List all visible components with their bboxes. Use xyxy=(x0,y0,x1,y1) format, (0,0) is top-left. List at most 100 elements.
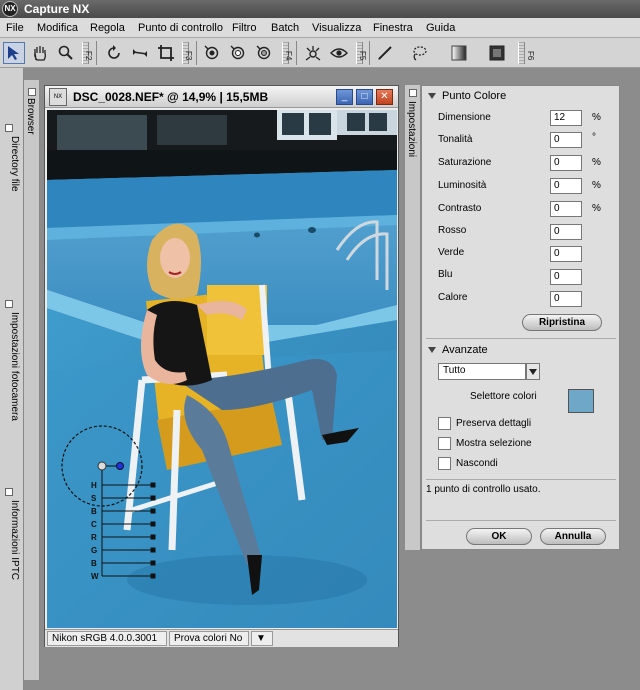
cp-slider-s-label: S xyxy=(91,494,97,503)
cp-slider-c-label: C xyxy=(91,520,97,529)
cp-slider-r-label: R xyxy=(91,533,97,542)
toolbar-fkey-f5: F5 xyxy=(358,51,367,61)
settings-panel: Punto Colore Dimensione 12 % Tonalità 0 … xyxy=(421,85,620,550)
collapse-triangle-icon xyxy=(428,347,436,354)
toolbar-fkey-f6: F6 xyxy=(526,51,535,61)
cp-slider-b2-label: B xyxy=(91,559,97,568)
image-window-title: DSC_0028.NEF* @ 14,9% | 15,5MB xyxy=(73,90,269,104)
luminosita-input[interactable]: 0 xyxy=(550,178,582,194)
rotate-icon[interactable] xyxy=(103,42,125,64)
browser-dock: Browser xyxy=(24,80,40,680)
tab-label: Informazioni IPTC xyxy=(9,500,20,581)
soft-proof-status: Prova colori No xyxy=(169,631,249,646)
tab-informazioni-iptc[interactable]: Informazioni IPTC xyxy=(2,488,20,580)
section-divider xyxy=(426,520,616,521)
unit-label: % xyxy=(592,112,601,123)
tab-checkbox xyxy=(5,300,13,308)
nascondi-checkbox[interactable] xyxy=(438,457,451,470)
tab-checkbox xyxy=(409,89,417,97)
control-point-count: 1 punto di controllo usato. xyxy=(426,484,541,495)
cancel-button[interactable]: Annulla xyxy=(540,528,606,545)
crop-icon[interactable] xyxy=(155,42,177,64)
brush-icon[interactable] xyxy=(374,42,396,64)
prop-label-saturazione: Saturazione xyxy=(438,157,492,168)
color-swatch[interactable] xyxy=(568,389,594,413)
ok-button[interactable]: OK xyxy=(466,528,532,545)
photo: H S B C R G B W xyxy=(47,110,397,628)
tab-directory-file[interactable]: Directory file xyxy=(2,124,20,192)
chevron-down-icon[interactable] xyxy=(526,363,540,380)
section-avanzate[interactable]: Avanzate xyxy=(428,344,488,356)
minimize-button[interactable]: _ xyxy=(336,89,353,105)
image-window: NX DSC_0028.NEF* @ 14,9% | 15,5MB _ □ ✕ xyxy=(44,85,399,647)
menu-bar: File Modifica Regola Punto di controllo … xyxy=(0,18,640,38)
prop-label-verde: Verde xyxy=(438,247,465,258)
tab-browser[interactable]: Browser xyxy=(25,88,36,135)
rosso-input[interactable]: 0 xyxy=(550,224,582,240)
tab-impostazioni[interactable]: Impostazioni xyxy=(406,89,417,157)
prop-label-contrasto: Contrasto xyxy=(438,203,482,214)
section-title: Avanzate xyxy=(442,344,488,356)
gradient-icon[interactable] xyxy=(448,42,470,64)
image-statusbar: Nikon sRGB 4.0.0.3001 Prova colori No ▼ xyxy=(45,629,398,647)
toolbar-separator xyxy=(196,41,197,65)
reset-button[interactable]: Ripristina xyxy=(522,314,602,331)
collapse-triangle-icon xyxy=(428,93,436,100)
tab-label: Impostazioni xyxy=(406,101,417,158)
fill-icon[interactable] xyxy=(486,42,508,64)
cp-slider-h-label: H xyxy=(91,481,97,490)
menu-guida[interactable]: Guida xyxy=(426,22,455,34)
dimensione-input[interactable]: 12 xyxy=(550,110,582,126)
menu-punto-di-controllo[interactable]: Punto di controllo xyxy=(138,22,223,34)
straighten-icon[interactable] xyxy=(129,42,151,64)
prop-label-rosso: Rosso xyxy=(438,225,467,236)
image-canvas[interactable]: H S B C R G B W xyxy=(47,110,397,628)
verde-input[interactable]: 0 xyxy=(550,246,582,262)
close-button[interactable]: ✕ xyxy=(376,89,393,105)
select-arrow-icon[interactable] xyxy=(3,42,25,64)
tonalita-input[interactable]: 0 xyxy=(550,132,582,148)
blu-input[interactable]: 0 xyxy=(550,269,582,285)
hand-icon[interactable] xyxy=(29,42,51,64)
menu-batch[interactable]: Batch xyxy=(271,22,299,34)
menu-modifica[interactable]: Modifica xyxy=(37,22,78,34)
toolbar-fkey-f2: F2 xyxy=(84,51,93,61)
prop-label-dimensione: Dimensione xyxy=(438,112,491,123)
menu-regola[interactable]: Regola xyxy=(90,22,125,34)
section-divider xyxy=(426,338,616,339)
neutral-point-icon[interactable] xyxy=(253,42,275,64)
nascondi-label: Nascondi xyxy=(456,458,498,469)
menu-visualizza[interactable]: Visualizza xyxy=(312,22,361,34)
preserva-dettagli-checkbox[interactable] xyxy=(438,417,451,430)
eye-icon[interactable] xyxy=(328,42,350,64)
toolbar-grip[interactable] xyxy=(518,42,525,64)
settings-dock: Impostazioni xyxy=(405,85,421,550)
tab-impostazioni-fotocamera[interactable]: Impostazioni fotocamera xyxy=(2,300,20,421)
channel-select[interactable]: Tutto xyxy=(438,363,526,380)
zoom-icon[interactable] xyxy=(55,42,77,64)
contrasto-input[interactable]: 0 xyxy=(550,201,582,217)
maximize-button[interactable]: □ xyxy=(356,89,373,105)
toolbar: F2 F3 F4 F5 F6 xyxy=(0,38,640,68)
saturazione-input[interactable]: 0 xyxy=(550,155,582,171)
tab-checkbox xyxy=(5,124,13,132)
white-point-icon[interactable] xyxy=(227,42,249,64)
cp-slider-b-label: B xyxy=(91,507,97,516)
section-punto-colore[interactable]: Punto Colore xyxy=(428,90,506,102)
tab-checkbox xyxy=(5,488,13,496)
color-selector-label: Selettore colori xyxy=(470,391,537,402)
image-window-titlebar[interactable]: NX DSC_0028.NEF* @ 14,9% | 15,5MB _ □ ✕ xyxy=(45,86,398,108)
mostra-selezione-label: Mostra selezione xyxy=(456,438,532,449)
toolbar-separator xyxy=(296,41,297,65)
section-title: Punto Colore xyxy=(442,90,507,102)
black-point-icon[interactable] xyxy=(201,42,223,64)
lasso-icon[interactable] xyxy=(408,42,430,64)
proof-dropdown-button[interactable]: ▼ xyxy=(251,631,273,646)
mostra-selezione-checkbox[interactable] xyxy=(438,437,451,450)
menu-filtro[interactable]: Filtro xyxy=(232,22,256,34)
calore-input[interactable]: 0 xyxy=(550,291,582,307)
menu-file[interactable]: File xyxy=(6,22,24,34)
menu-finestra[interactable]: Finestra xyxy=(373,22,413,34)
app-title: Capture NX xyxy=(24,2,90,16)
red-eye-icon[interactable] xyxy=(302,42,324,64)
